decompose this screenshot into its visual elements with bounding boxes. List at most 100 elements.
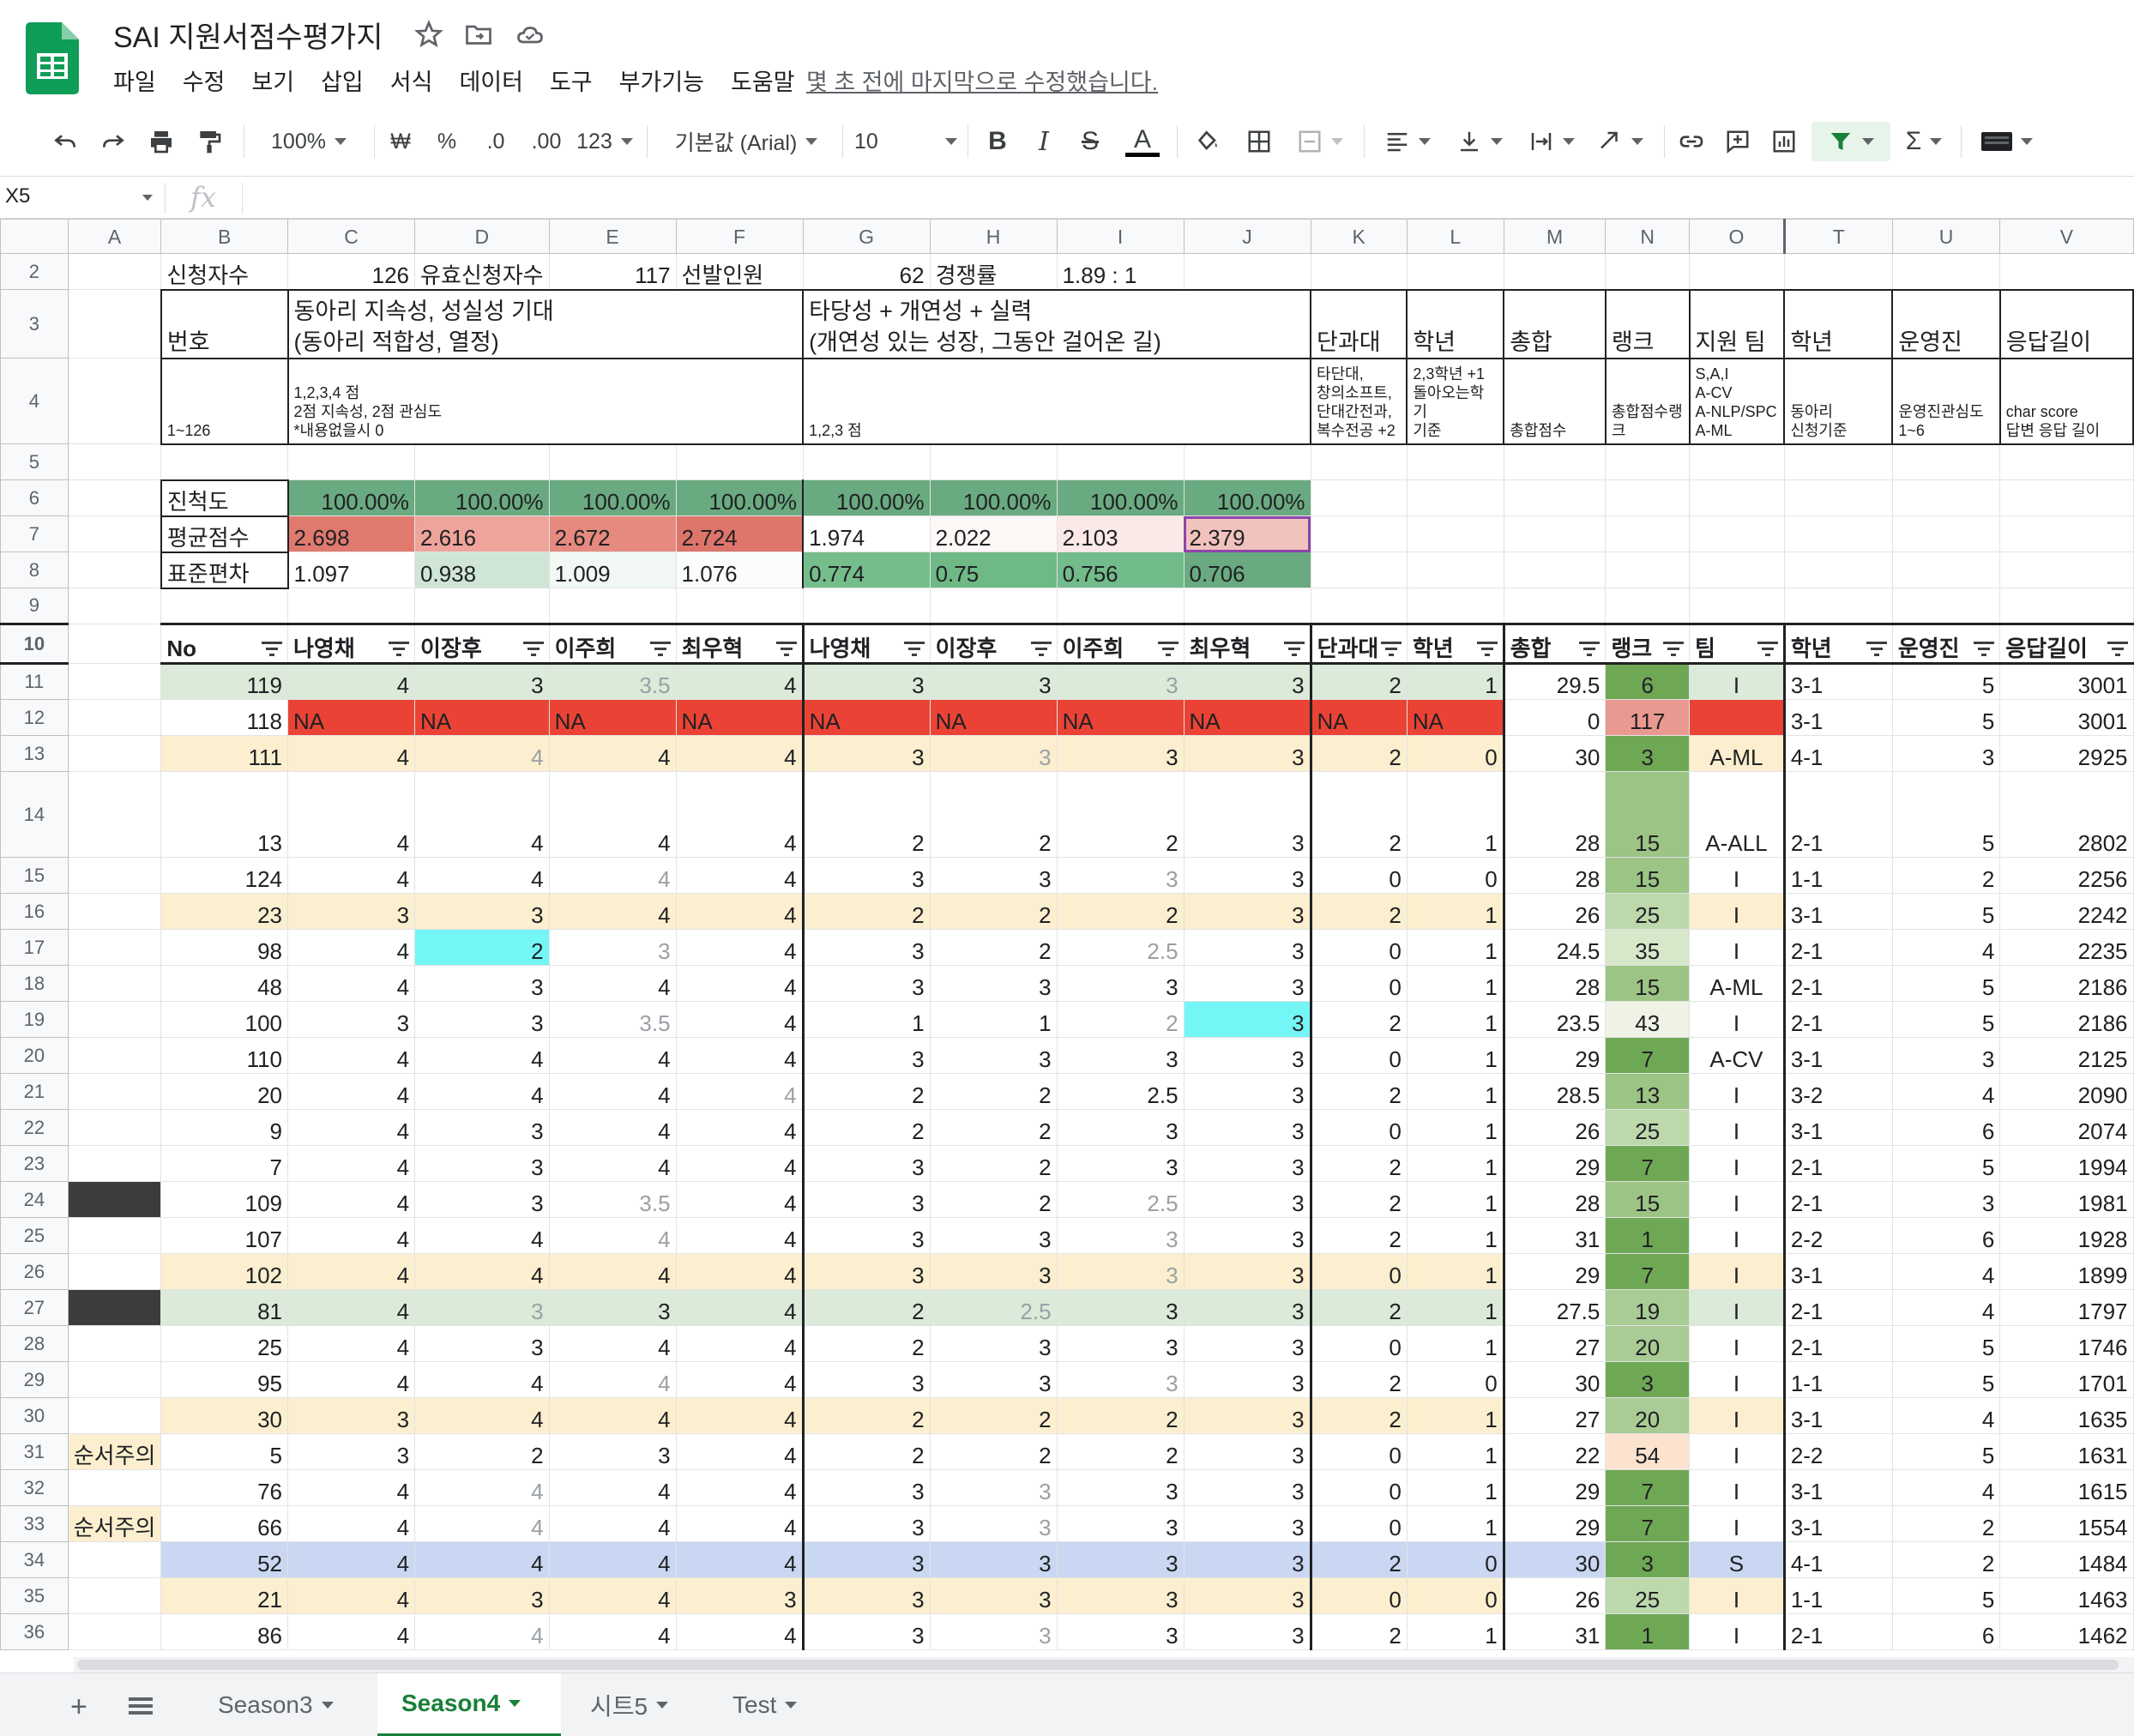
stat-label[interactable]: 평균점수 (160, 515, 289, 553)
group2-header[interactable]: 타당성 + 개연성 + 실력 (개연성 있는 성장, 그동안 걸어온 길) (802, 288, 1312, 359)
applicant-number[interactable]: 20 (160, 1073, 289, 1110)
score-cell[interactable]: 3 (802, 663, 931, 700)
filter-icon[interactable] (1283, 642, 1305, 659)
score-cell[interactable]: 3 (802, 1037, 931, 1074)
stat-value[interactable]: 1.009 (548, 552, 677, 588)
score-cell[interactable]: 4 (287, 663, 416, 700)
score-cell[interactable]: 3-1 (1783, 1469, 1893, 1506)
note-cell[interactable] (67, 1109, 162, 1146)
team-cell[interactable]: I (1689, 1217, 1786, 1254)
cell-empty[interactable] (67, 624, 162, 664)
score-cell[interactable]: NA (548, 699, 677, 736)
team-cell[interactable]: A-ALL (1689, 771, 1786, 858)
score-cell[interactable]: 3 (929, 965, 1058, 1002)
rank-cell[interactable]: 54 (1605, 1433, 1691, 1470)
column-header[interactable]: N (1605, 219, 1691, 254)
score-cell[interactable]: 3 (929, 857, 1058, 894)
score-cell[interactable]: 1 (1406, 1433, 1505, 1470)
score-cell[interactable]: 0 (1503, 699, 1607, 736)
score-cell[interactable]: 4 (548, 771, 677, 858)
score-cell[interactable]: 3-1 (1783, 1505, 1893, 1542)
cell-empty[interactable] (1891, 443, 2001, 480)
menu-format[interactable]: 서식 (390, 63, 433, 97)
score-cell[interactable]: 3 (1183, 1289, 1312, 1326)
score-cell[interactable]: 4 (287, 1361, 416, 1398)
score-cell[interactable]: 4 (548, 1541, 677, 1578)
filter-icon[interactable] (2107, 642, 2128, 659)
cell-empty[interactable] (1310, 443, 1408, 480)
cell-empty[interactable] (287, 588, 416, 624)
score-cell[interactable]: 2 (1056, 1433, 1185, 1470)
zoom-select[interactable]: 100% (257, 122, 360, 161)
stat-label[interactable]: 표준편차 (160, 551, 289, 589)
score-cell[interactable]: 2 (802, 1397, 931, 1434)
filter-header-cell[interactable]: 최우혁 (1183, 623, 1312, 665)
score-cell[interactable]: 1 (1406, 965, 1505, 1002)
cell-empty[interactable] (1406, 552, 1504, 588)
rank-cell[interactable]: 25 (1605, 1109, 1691, 1146)
row-header[interactable]: 22 (0, 1109, 69, 1146)
applicant-number[interactable]: 81 (160, 1289, 289, 1326)
score-cell[interactable]: 3 (1183, 1217, 1312, 1254)
cell-empty[interactable] (67, 358, 162, 444)
score-cell[interactable]: 3 (1183, 1037, 1312, 1074)
score-cell[interactable]: 3 (929, 1217, 1058, 1254)
number-format-select[interactable]: 123 (575, 122, 635, 161)
applicant-number[interactable]: 25 (160, 1325, 289, 1362)
score-cell[interactable]: 3 (414, 893, 550, 930)
score-cell[interactable]: 3 (802, 857, 931, 894)
score-cell[interactable]: 2-1 (1783, 1001, 1893, 1038)
cell-empty[interactable] (1310, 515, 1408, 552)
score-cell[interactable]: 4 (414, 1361, 550, 1398)
filter-header-cell[interactable]: 팀 (1689, 623, 1786, 665)
score-cell[interactable]: 3 (1056, 1325, 1185, 1362)
score-cell[interactable]: 4 (287, 735, 416, 772)
sheet-tab-test[interactable]: Test (708, 1673, 837, 1736)
team-cell[interactable]: I (1689, 1397, 1786, 1434)
row-header[interactable]: 32 (0, 1469, 69, 1506)
score-cell[interactable]: 1 (1406, 1001, 1505, 1038)
score-cell[interactable]: 29 (1503, 1469, 1607, 1506)
applicant-number[interactable]: 86 (160, 1613, 289, 1650)
score-cell[interactable]: 4 (675, 1073, 805, 1110)
score-cell[interactable]: 4 (1891, 1469, 2001, 1506)
score-cell[interactable]: 1631 (1999, 1433, 2134, 1470)
score-cell[interactable]: 2 (1310, 771, 1408, 858)
print-icon[interactable] (144, 122, 178, 161)
selected-label[interactable]: 선발인원 (675, 253, 804, 290)
note-cell[interactable] (67, 1577, 162, 1614)
score-cell[interactable]: 4 (414, 1073, 550, 1110)
score-cell[interactable]: 31 (1503, 1613, 1607, 1650)
team-cell[interactable]: I (1689, 1469, 1786, 1506)
cell-empty[interactable] (160, 443, 289, 480)
score-cell[interactable]: 2-2 (1783, 1217, 1893, 1254)
score-cell[interactable]: 4 (675, 1289, 805, 1326)
note-cell[interactable] (67, 771, 162, 858)
score-cell[interactable]: 2 (802, 1073, 931, 1110)
sheet-tab-season3[interactable]: Season3 (194, 1673, 362, 1736)
team-cell[interactable]: I (1689, 1181, 1786, 1218)
score-cell[interactable]: 2 (1310, 1181, 1408, 1218)
score-cell[interactable]: 1 (1406, 1109, 1505, 1146)
stat-label[interactable]: 진척도 (160, 479, 289, 517)
score-cell[interactable]: 1928 (1999, 1217, 2134, 1254)
applicant-number[interactable]: 100 (160, 1001, 289, 1038)
column-header[interactable]: E (548, 219, 677, 254)
stat-value[interactable]: 2.103 (1056, 515, 1185, 552)
insert-chart-icon[interactable] (1767, 122, 1801, 161)
grade-desc[interactable]: 2,3학년 +1 돌아오는학기 기준 (1406, 357, 1505, 445)
rank-cell[interactable]: 117 (1605, 699, 1691, 736)
score-cell[interactable]: 3 (1056, 1577, 1185, 1614)
row-header[interactable]: 24 (0, 1181, 69, 1218)
score-cell[interactable]: 4 (675, 735, 805, 772)
score-cell[interactable]: 26 (1503, 893, 1607, 930)
strikethrough-button[interactable]: S (1076, 122, 1105, 161)
score-cell[interactable]: 6 (1891, 1109, 2001, 1146)
score-cell[interactable]: 3.5 (548, 663, 677, 700)
score-cell[interactable]: 3 (548, 1433, 677, 1470)
cell-empty[interactable] (1056, 443, 1185, 480)
note-cell[interactable]: 순서주의 (67, 1505, 162, 1542)
team-header[interactable]: 지원 팀 (1688, 288, 1786, 359)
row-header[interactable]: 12 (0, 699, 69, 736)
score-cell[interactable]: 1899 (1999, 1253, 2134, 1290)
